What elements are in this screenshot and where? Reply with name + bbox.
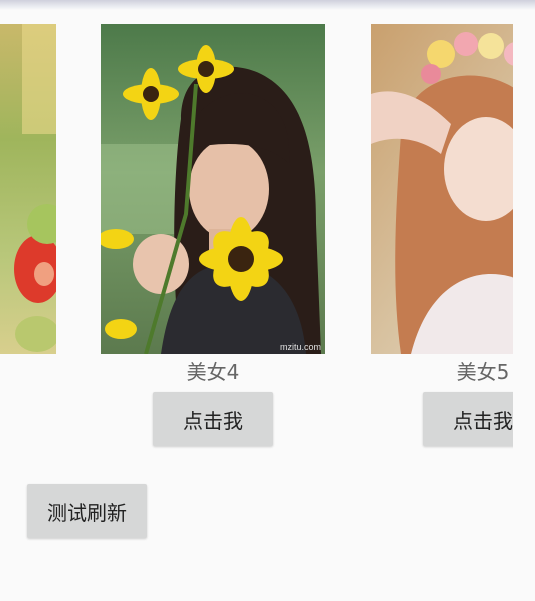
card-photo[interactable] [0,24,56,354]
click-me-button[interactable]: 点击我 [153,392,273,446]
image-carousel[interactable]: mzitu.com 美女4 点击我 美女5 点击我 [0,24,513,454]
top-status-gradient [0,0,535,10]
card-photo[interactable]: mzitu.com [101,24,325,354]
carousel-card-3[interactable] [0,24,56,454]
carousel-card-4[interactable]: mzitu.com 美女4 点击我 [101,24,325,454]
carousel-card-5[interactable]: 美女5 点击我 [371,24,513,454]
card-caption: 美女4 [186,360,240,384]
test-refresh-button[interactable]: 测试刷新 [27,484,147,538]
click-me-button[interactable]: 点击我 [423,392,513,446]
card-photo[interactable] [371,24,513,354]
photo-watermark: mzitu.com [280,342,321,352]
card-caption: 美女5 [456,360,510,384]
